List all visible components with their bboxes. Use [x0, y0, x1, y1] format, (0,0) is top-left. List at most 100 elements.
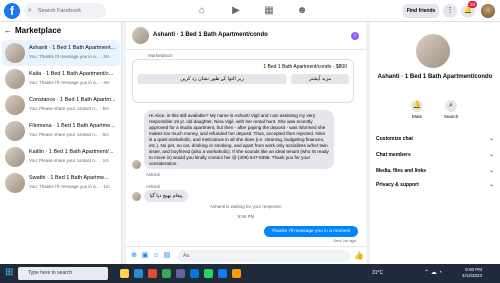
marketplace-icon[interactable]: ▦	[263, 5, 275, 17]
chevron-down-icon: ⌄	[488, 136, 494, 142]
listing-thumbnail	[132, 27, 149, 44]
chat-item-title: Kaila · 1 Bed 1 Bath Apartment/c...	[29, 71, 114, 77]
back-arrow-icon[interactable]: ←	[4, 26, 12, 35]
chat-list-title: Marketplace	[15, 26, 62, 35]
mute-button[interactable]: 🔔 Mute	[402, 100, 432, 119]
notification-count-badge: 20	[468, 1, 477, 8]
chat-item-title: Constance · 1 Bed 1 Bath Apartm...	[29, 97, 116, 103]
privacy-support-row[interactable]: Privacy & support ⌄	[376, 178, 494, 192]
sticker-icon[interactable]: ☺	[152, 252, 160, 260]
clock[interactable]: 8:00 PM 4/12/2023	[462, 267, 482, 279]
menu-grid-icon[interactable]: ⋮	[443, 4, 457, 18]
conversation-panel: Ashanti · 1 Bed 1 Bath Apartment/condo i…	[126, 22, 366, 264]
clock-time: 8:00 PM	[465, 267, 483, 272]
waiting-notice: Ashanti is waiting for your response.	[209, 204, 283, 209]
system-tray-icons[interactable]: ⌃ ☁ ◔	[424, 269, 442, 276]
search-conversation-button[interactable]: ⌕ Search	[436, 100, 466, 119]
row-label: Media, files and links	[376, 168, 427, 174]
windows-start-icon[interactable]: ⊞	[5, 268, 13, 278]
listing-thumbnail	[5, 95, 25, 115]
chat-members-row[interactable]: Chat members ⌄	[376, 148, 494, 162]
chat-list-item[interactable]: Kaila · 1 Bed 1 Bath Apartment/c... You:…	[2, 66, 120, 92]
plus-icon[interactable]: ⊕	[130, 252, 138, 260]
windows-taskbar: ⊞ Type here to search 31°C ⌃ ☁ ◔ 8:00 PM…	[0, 264, 500, 283]
home-icon[interactable]: ⌂	[196, 5, 208, 17]
row-label: Privacy & support	[376, 182, 419, 188]
sender-avatar	[132, 160, 141, 169]
listing-thumbnail	[5, 69, 25, 89]
chrome-icon[interactable]	[162, 269, 171, 278]
outgoing-message: Thanks I'll message you in a moment	[264, 226, 358, 237]
conversation-title[interactable]: Ashanti · 1 Bed 1 Bath Apartment/condo	[153, 32, 268, 38]
conversation-header: Ashanti · 1 Bed 1 Bath Apartment/condo i	[126, 22, 366, 50]
taskbar-search-input[interactable]: Type here to search	[18, 267, 108, 280]
chat-item-snippet: You: Please share your contact n... · 1m	[29, 158, 109, 163]
listing-name-price[interactable]: 1 Bed 1 Bath Apartment/condo · $800	[263, 64, 347, 70]
messenger-icon[interactable]	[218, 269, 227, 278]
conversation-info-panel: Ashanti · 1 Bed 1 Bath Apartment/condo 🔔…	[370, 22, 500, 264]
app-icon[interactable]	[232, 269, 241, 278]
search-icon: ⌕	[445, 100, 457, 112]
listing-photo	[416, 34, 450, 68]
sent-status: Sent 2m ago	[333, 238, 356, 243]
chat-item-snippet: You: Thanks I'll message you in a... · 4…	[29, 80, 110, 85]
search-icon: ⌕	[28, 7, 32, 14]
like-icon[interactable]: 👍	[354, 251, 364, 260]
chat-list-header: ← Marketplace	[4, 26, 61, 35]
chat-item-title: Ashanti · 1 Bed 1 Bath Apartment...	[29, 45, 116, 51]
listing-thumbnail	[5, 147, 25, 167]
gif-icon[interactable]: ▤	[163, 252, 171, 260]
info-title: Ashanti · 1 Bed 1 Bath Apartment/condo	[377, 74, 493, 80]
edge-icon[interactable]	[190, 269, 199, 278]
sender-name: Ashanti	[146, 184, 160, 189]
file-explorer-icon[interactable]	[134, 269, 143, 278]
whatsapp-icon[interactable]	[204, 269, 213, 278]
row-label: Chat members	[376, 152, 411, 158]
groups-icon[interactable]: ☻	[296, 5, 308, 17]
more-options-button[interactable]: مزید آپشنز	[291, 74, 349, 84]
mark-as-pending-button[interactable]: زیر التوا کے طور نشان زد کریں	[137, 74, 287, 84]
facebook-logo-icon[interactable]: f	[4, 3, 20, 19]
weather-widget[interactable]: 31°C	[372, 270, 383, 276]
chevron-down-icon: ⌄	[488, 182, 494, 188]
marketplace-label: Marketplace	[148, 53, 173, 58]
chat-list-item[interactable]: Filomena · 1 Bed 1 Bath Apartme... You: …	[2, 118, 120, 144]
top-navigation-bar: f ⌕ Search Facebook ⌂ ▶ ▦ ☻ Find friends…	[0, 0, 500, 22]
clock-date: 4/12/2023	[462, 272, 483, 278]
search-label: Search	[443, 114, 459, 119]
message-input[interactable]: Aa	[178, 250, 350, 262]
chat-list-item[interactable]: Kaitlin · 1 Bed 1 Bath Apartment/... You…	[2, 144, 120, 170]
chat-item-snippet: You: Please share your contact n... · 6m	[29, 132, 109, 137]
message-composer: ⊕ ▣ ☺ ▤ Aa 👍	[126, 246, 366, 264]
chat-item-snippet: You: Thanks I'll message you in a... · 2…	[29, 54, 110, 59]
sender-name: Ashanti	[146, 172, 160, 177]
find-friends-button[interactable]: Find friends	[403, 4, 439, 18]
listing-thumbnail	[5, 173, 25, 193]
chat-list-item[interactable]: Constance · 1 Bed 1 Bath Apartm... You: …	[2, 92, 120, 118]
listing-thumbnail	[5, 43, 25, 63]
incoming-message: Hi Alice, is this still available? My na…	[144, 110, 334, 169]
row-label: Customize chat	[376, 136, 413, 142]
taskview-icon[interactable]	[120, 269, 129, 278]
listing-card: 1 Bed 1 Bath Apartment/condo · $800 زیر …	[132, 59, 354, 103]
chat-item-snippet: You: Please share your contact n... · 5m	[29, 106, 109, 111]
listing-thumbnail	[5, 121, 25, 141]
app-icon[interactable]	[148, 269, 157, 278]
teams-icon[interactable]	[176, 269, 185, 278]
chat-list-item[interactable]: Ashanti · 1 Bed 1 Bath Apartment... You:…	[2, 40, 120, 66]
profile-avatar[interactable]	[481, 4, 495, 18]
photo-icon[interactable]: ▣	[141, 252, 149, 260]
chevron-down-icon: ⌄	[488, 168, 494, 174]
search-input[interactable]: ⌕ Search Facebook	[24, 3, 106, 19]
media-files-row[interactable]: Media, files and links ⌄	[376, 164, 494, 178]
customize-chat-row[interactable]: Customize chat ⌄	[376, 132, 494, 146]
chat-list-item[interactable]: Swathi · 1 Bed 1 Bath Apartme... You: Th…	[2, 170, 120, 196]
chevron-down-icon: ⌄	[488, 152, 494, 158]
info-icon[interactable]: i	[351, 32, 359, 40]
mute-label: Mute	[411, 114, 422, 119]
video-icon[interactable]: ▶	[230, 5, 242, 17]
chat-item-title: Swathi · 1 Bed 1 Bath Apartme...	[29, 175, 109, 181]
bell-icon: 🔔	[411, 100, 423, 112]
search-placeholder: Search Facebook	[38, 8, 82, 14]
incoming-message-short: پیغام بھیج دیا گیا	[144, 190, 188, 202]
